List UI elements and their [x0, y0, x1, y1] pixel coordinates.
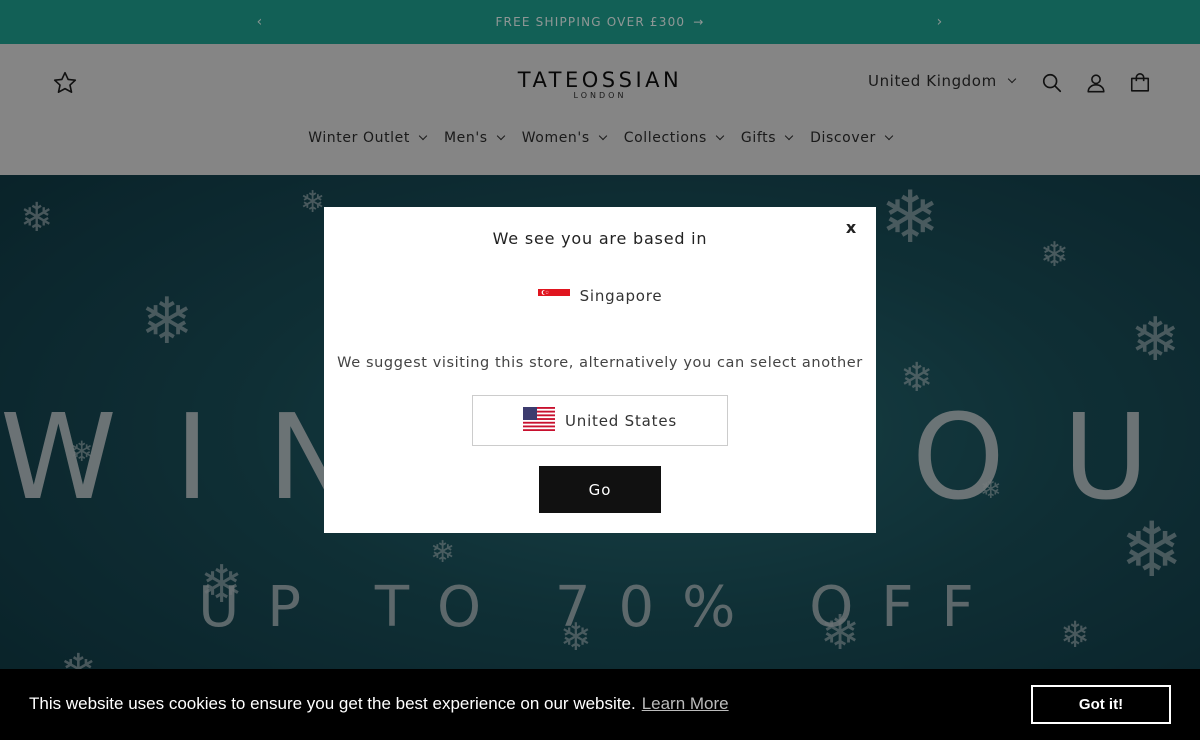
go-button[interactable]: Go [539, 466, 661, 513]
us-flag-icon [523, 406, 555, 435]
announcement-overlay [0, 0, 1200, 44]
cookie-accept-button[interactable]: Got it! [1031, 685, 1171, 724]
cookie-banner: This website uses cookies to ensure you … [0, 669, 1200, 740]
store-selector-label: United States [565, 411, 677, 430]
singapore-flag-icon [537, 289, 570, 303]
country-suggestion-modal: x We see you are based in Singapore We s… [324, 207, 876, 533]
detected-country-name: Singapore [579, 287, 663, 305]
modal-heading: We see you are based in [492, 229, 708, 248]
store-selector[interactable]: United States [472, 395, 728, 446]
cookie-message-row: This website uses cookies to ensure you … [29, 694, 729, 714]
cookie-message: This website uses cookies to ensure you … [29, 694, 636, 713]
learn-more-link[interactable]: Learn More [642, 694, 729, 713]
detected-country: Singapore [324, 287, 876, 305]
suggestion-text: We suggest visiting this store, alternat… [337, 355, 863, 371]
